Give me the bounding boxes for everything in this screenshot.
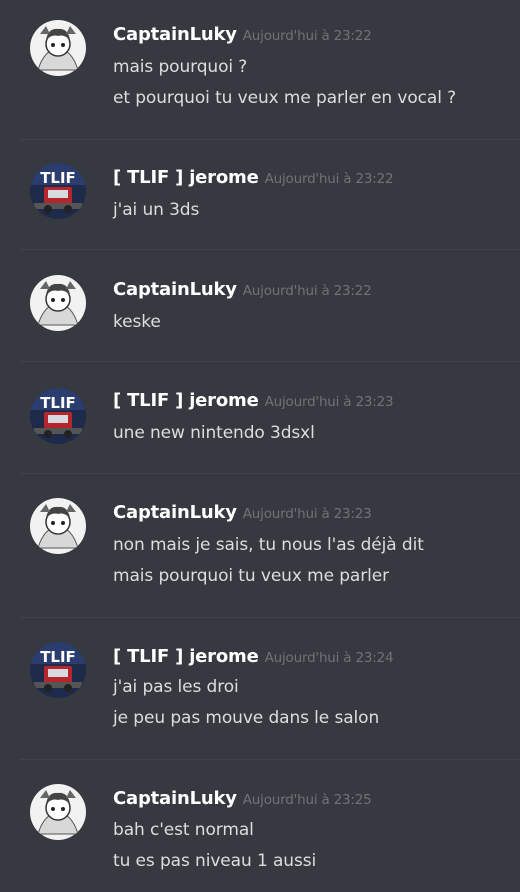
avatar[interactable] [30, 784, 86, 840]
timestamp: Aujourd'hui à 23:22 [242, 28, 372, 44]
message-header: CaptainLuky Aujourd'hui à 23:22 [113, 24, 372, 45]
message-line: une new nintendo 3dsxl [113, 423, 315, 443]
timestamp: Aujourd'hui à 23:23 [264, 394, 394, 410]
author-name[interactable]: CaptainLuky [113, 502, 237, 523]
tlif-avatar-icon: TLIF [30, 642, 86, 698]
message-header: CaptainLuky Aujourd'hui à 23:22 [113, 279, 372, 300]
message-divider [20, 617, 520, 618]
message-line: keske [113, 312, 161, 332]
timestamp: Aujourd'hui à 23:22 [264, 171, 394, 187]
author-name[interactable]: [ TLIF ] jerome [113, 167, 259, 188]
author-name[interactable]: [ TLIF ] jerome [113, 646, 259, 667]
message-line: j'ai pas les droi [113, 677, 239, 697]
author-name[interactable]: [ TLIF ] jerome [113, 390, 259, 411]
message-header: CaptainLuky Aujourd'hui à 23:23 [113, 502, 372, 523]
message-divider [20, 139, 520, 140]
chat-message-list: CaptainLuky Aujourd'hui à 23:22 mais pour… [0, 0, 520, 892]
captainluky-avatar-icon [30, 498, 86, 554]
message-line: bah c'est normal [113, 820, 254, 840]
captainluky-avatar-icon [30, 784, 86, 840]
timestamp: Aujourd'hui à 23:24 [264, 650, 394, 666]
svg-text:TLIF: TLIF [40, 169, 76, 187]
message-divider [20, 759, 520, 760]
timestamp: Aujourd'hui à 23:22 [242, 283, 372, 299]
author-name[interactable]: CaptainLuky [113, 788, 237, 809]
avatar[interactable] [30, 20, 86, 76]
captainluky-avatar-icon [30, 275, 86, 331]
message-divider [20, 473, 520, 474]
svg-text:TLIF: TLIF [40, 648, 76, 666]
avatar[interactable]: TLIF [30, 388, 86, 444]
message-header: [ TLIF ] jerome Aujourd'hui à 23:24 [113, 646, 394, 667]
message-header: CaptainLuky Aujourd'hui à 23:25 [113, 788, 372, 809]
svg-text:TLIF: TLIF [40, 394, 76, 412]
tlif-avatar-icon: TLIF [30, 163, 86, 219]
author-name[interactable]: CaptainLuky [113, 24, 237, 45]
avatar[interactable] [30, 498, 86, 554]
message-line: non mais je sais, tu nous l'as déjà dit [113, 535, 424, 555]
avatar[interactable] [30, 275, 86, 331]
avatar[interactable]: TLIF [30, 642, 86, 698]
message-divider [20, 249, 520, 250]
message-line: et pourquoi tu veux me parler en vocal ? [113, 88, 457, 108]
message-header: [ TLIF ] jerome Aujourd'hui à 23:22 [113, 167, 394, 188]
captainluky-avatar-icon [30, 20, 86, 76]
message-line: mais pourquoi tu veux me parler [113, 566, 390, 586]
avatar[interactable]: TLIF [30, 163, 86, 219]
author-name[interactable]: CaptainLuky [113, 279, 237, 300]
message-line: j'ai un 3ds [113, 200, 200, 220]
message-divider [20, 361, 520, 362]
tlif-avatar-icon: TLIF [30, 388, 86, 444]
timestamp: Aujourd'hui à 23:25 [242, 792, 372, 808]
message-line: je peu pas mouve dans le salon [113, 708, 380, 728]
message-line: mais pourquoi ? [113, 57, 248, 77]
message-line: tu es pas niveau 1 aussi [113, 851, 317, 871]
timestamp: Aujourd'hui à 23:23 [242, 506, 372, 522]
message-header: [ TLIF ] jerome Aujourd'hui à 23:23 [113, 390, 394, 411]
